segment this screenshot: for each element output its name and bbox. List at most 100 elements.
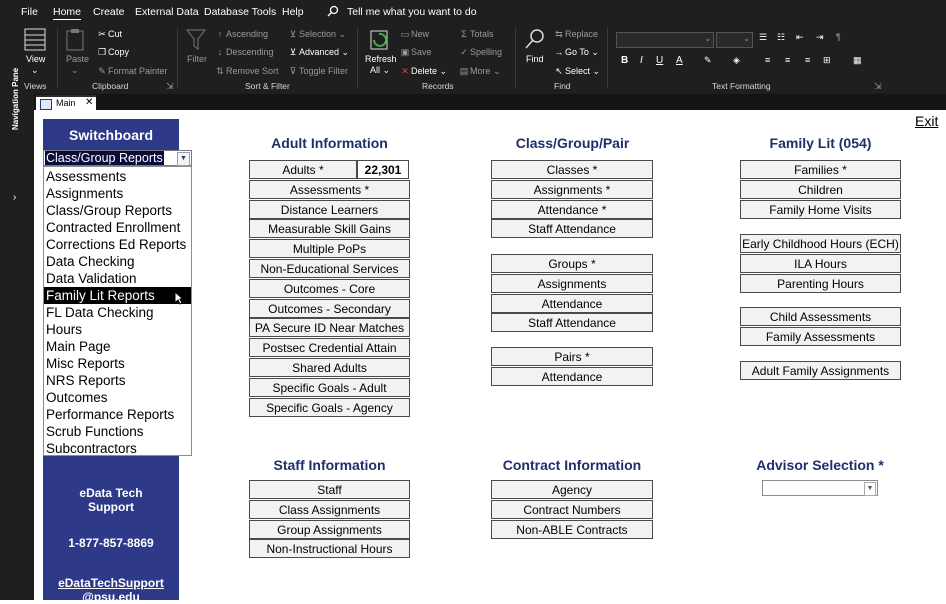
align-left-icon[interactable]: ≡ [765, 55, 770, 65]
descending-button[interactable]: ↓ Descending [214, 47, 274, 57]
increase-indent-icon[interactable]: ⇥ [816, 32, 824, 43]
chevron-down-icon[interactable]: ▼ [177, 152, 190, 166]
switchboard-list-item[interactable]: Scrub Functions [44, 423, 191, 440]
paste-button[interactable]: Paste [66, 54, 89, 64]
specific-goals-agency-button[interactable]: Specific Goals - Agency [249, 397, 410, 417]
switchboard-list-item[interactable]: Misc Reports [44, 355, 191, 372]
non-able-contracts-button[interactable]: Non-ABLE Contracts [491, 519, 653, 539]
switchboard-combo[interactable]: Class/Group Reports ▼ [43, 150, 192, 166]
font-size-combo[interactable]: ⌄ [716, 32, 753, 48]
exit-button[interactable]: Exit [915, 113, 938, 129]
tell-me-box[interactable]: Tell me what you want to do [347, 6, 477, 18]
alternate-row-color-icon[interactable]: ▦ [853, 55, 862, 66]
menu-file[interactable]: File [21, 6, 38, 18]
underline-button[interactable]: U [656, 55, 663, 66]
families-button[interactable]: Families * [740, 160, 901, 179]
gridlines-icon[interactable]: ⊞ [823, 55, 831, 66]
switchboard-list-item[interactable]: Outcomes [44, 389, 191, 406]
attendance-button[interactable]: Attendance [491, 366, 653, 386]
decrease-indent-icon[interactable]: ⇤ [796, 32, 804, 43]
menu-create[interactable]: Create [93, 6, 125, 18]
view-button[interactable]: View [26, 54, 45, 64]
agency-button[interactable]: Agency [491, 480, 653, 499]
filter-button[interactable]: Filter [187, 54, 207, 64]
staff-attendance-button[interactable]: Staff Attendance [491, 219, 653, 239]
postsec-credential-attain-button[interactable]: Postsec Credential Attain [249, 338, 410, 358]
adult-family-assignments-button[interactable]: Adult Family Assignments [740, 361, 901, 380]
switchboard-list-item[interactable]: Corrections Ed Reports [44, 236, 191, 253]
staff-attendance-button[interactable]: Staff Attendance [491, 313, 653, 333]
assessments-button[interactable]: Assessments * [249, 179, 410, 199]
switchboard-list-item[interactable]: Data Validation [44, 270, 191, 287]
selection-button[interactable]: ⊻ Selection ⌄ [287, 29, 346, 40]
specific-goals-adult-button[interactable]: Specific Goals - Adult [249, 377, 410, 397]
switchboard-list-item[interactable]: Performance Reports [44, 406, 191, 423]
family-home-visits-button[interactable]: Family Home Visits [740, 199, 901, 219]
group-assignments-button[interactable]: Group Assignments [249, 519, 410, 539]
multiple-pops-button[interactable]: Multiple PoPs [249, 239, 410, 259]
menu-home[interactable]: Home [53, 6, 81, 18]
ascending-button[interactable]: ↑ Ascending [214, 29, 268, 39]
switchboard-list-item[interactable]: Hours [44, 321, 191, 338]
distance-learners-button[interactable]: Distance Learners [249, 199, 410, 219]
advisor-select[interactable]: ▼ [762, 480, 878, 496]
align-center-icon[interactable]: ≡ [785, 55, 790, 65]
pa-secure-id-near-matches-button[interactable]: PA Secure ID Near Matches [249, 318, 410, 338]
attendance-button[interactable]: Attendance [491, 293, 653, 313]
class-assignments-button[interactable]: Class Assignments [249, 499, 410, 519]
children-button[interactable]: Children [740, 179, 901, 199]
format-painter-button[interactable]: ✎ Format Painter [96, 66, 167, 77]
refresh-all-button[interactable]: Refresh [365, 54, 397, 64]
spelling-button[interactable]: ✓ Spelling [458, 47, 502, 58]
fill-color-icon[interactable]: ◈ [733, 55, 740, 66]
advanced-button[interactable]: ⊻ Advanced ⌄ [287, 47, 349, 58]
shared-adults-button[interactable]: Shared Adults [249, 358, 410, 377]
classes-button[interactable]: Classes * [491, 160, 653, 179]
early-childhood-hours-ech-button[interactable]: Early Childhood Hours (ECH) [740, 234, 901, 253]
outcomes-core-button[interactable]: Outcomes - Core [249, 278, 410, 298]
remove-sort-button[interactable]: ⇅ Remove Sort [214, 66, 278, 77]
attendance-button[interactable]: Attendance * [491, 199, 653, 219]
select-button[interactable]: ↖ Select ⌄ [553, 66, 600, 77]
menu-database-tools[interactable]: Database Tools [204, 6, 276, 18]
refresh-all-sub[interactable]: All ⌄ [370, 65, 390, 76]
menu-external-data[interactable]: External Data [135, 6, 199, 18]
ila-hours-button[interactable]: ILA Hours [740, 253, 901, 273]
switchboard-list-item[interactable]: Assignments [44, 185, 191, 202]
more-button[interactable]: ▤ More ⌄ [458, 66, 501, 77]
switchboard-list-item[interactable]: Assessments [44, 168, 191, 185]
navigation-pane-label[interactable]: Navigation Pane [11, 68, 20, 130]
totals-button[interactable]: Σ Totals [458, 29, 493, 39]
switchboard-dropdown-list[interactable]: Assessments Assignments Class/Group Report… [43, 166, 192, 456]
text-formatting-launcher-icon[interactable]: ⇲ [874, 81, 882, 92]
paragraph-direction-icon[interactable]: ¶ [836, 32, 841, 42]
switchboard-list-item[interactable]: Main Page [44, 338, 191, 355]
switchboard-list-item[interactable]: NRS Reports [44, 372, 191, 389]
switchboard-list-item[interactable]: FL Data Checking [44, 304, 191, 321]
toggle-filter-button[interactable]: ⊽ Toggle Filter [287, 66, 348, 77]
switchboard-list-item[interactable]: Contracted Enrollment [44, 219, 191, 236]
measurable-skill-gains-button[interactable]: Measurable Skill Gains [249, 219, 410, 239]
bullets-icon[interactable]: ☰ [759, 32, 767, 43]
cut-button[interactable]: ✂ Cut [96, 29, 122, 40]
copy-button[interactable]: ❐ Copy [96, 47, 129, 58]
italic-button[interactable]: I [640, 55, 643, 66]
numbering-icon[interactable]: ☷ [777, 32, 785, 43]
chevron-right-icon[interactable]: › [13, 192, 16, 203]
adults-button[interactable]: Adults * [249, 160, 357, 179]
family-assessments-button[interactable]: Family Assessments [740, 326, 901, 346]
clipboard-launcher-icon[interactable]: ⇲ [166, 81, 174, 92]
delete-record-button[interactable]: ✕ Delete ⌄ [399, 66, 447, 77]
view-dropdown-icon[interactable]: ⌄ [31, 65, 39, 76]
assignments-button[interactable]: Assignments * [491, 179, 653, 199]
find-button[interactable]: Find [526, 54, 544, 64]
non-instructional-hours-button[interactable]: Non-Instructional Hours [249, 539, 410, 559]
contract-numbers-button[interactable]: Contract Numbers [491, 499, 653, 519]
switchboard-list-item[interactable]: Subcontractors [44, 440, 191, 457]
save-record-button[interactable]: ▣ Save [399, 47, 432, 58]
switchboard-list-item[interactable]: Family Lit Reports [44, 287, 191, 304]
outcomes-secondary-button[interactable]: Outcomes - Secondary [249, 298, 410, 318]
parenting-hours-button[interactable]: Parenting Hours [740, 273, 901, 293]
switchboard-combo-value[interactable]: Class/Group Reports [45, 151, 164, 165]
align-right-icon[interactable]: ≡ [805, 55, 810, 65]
